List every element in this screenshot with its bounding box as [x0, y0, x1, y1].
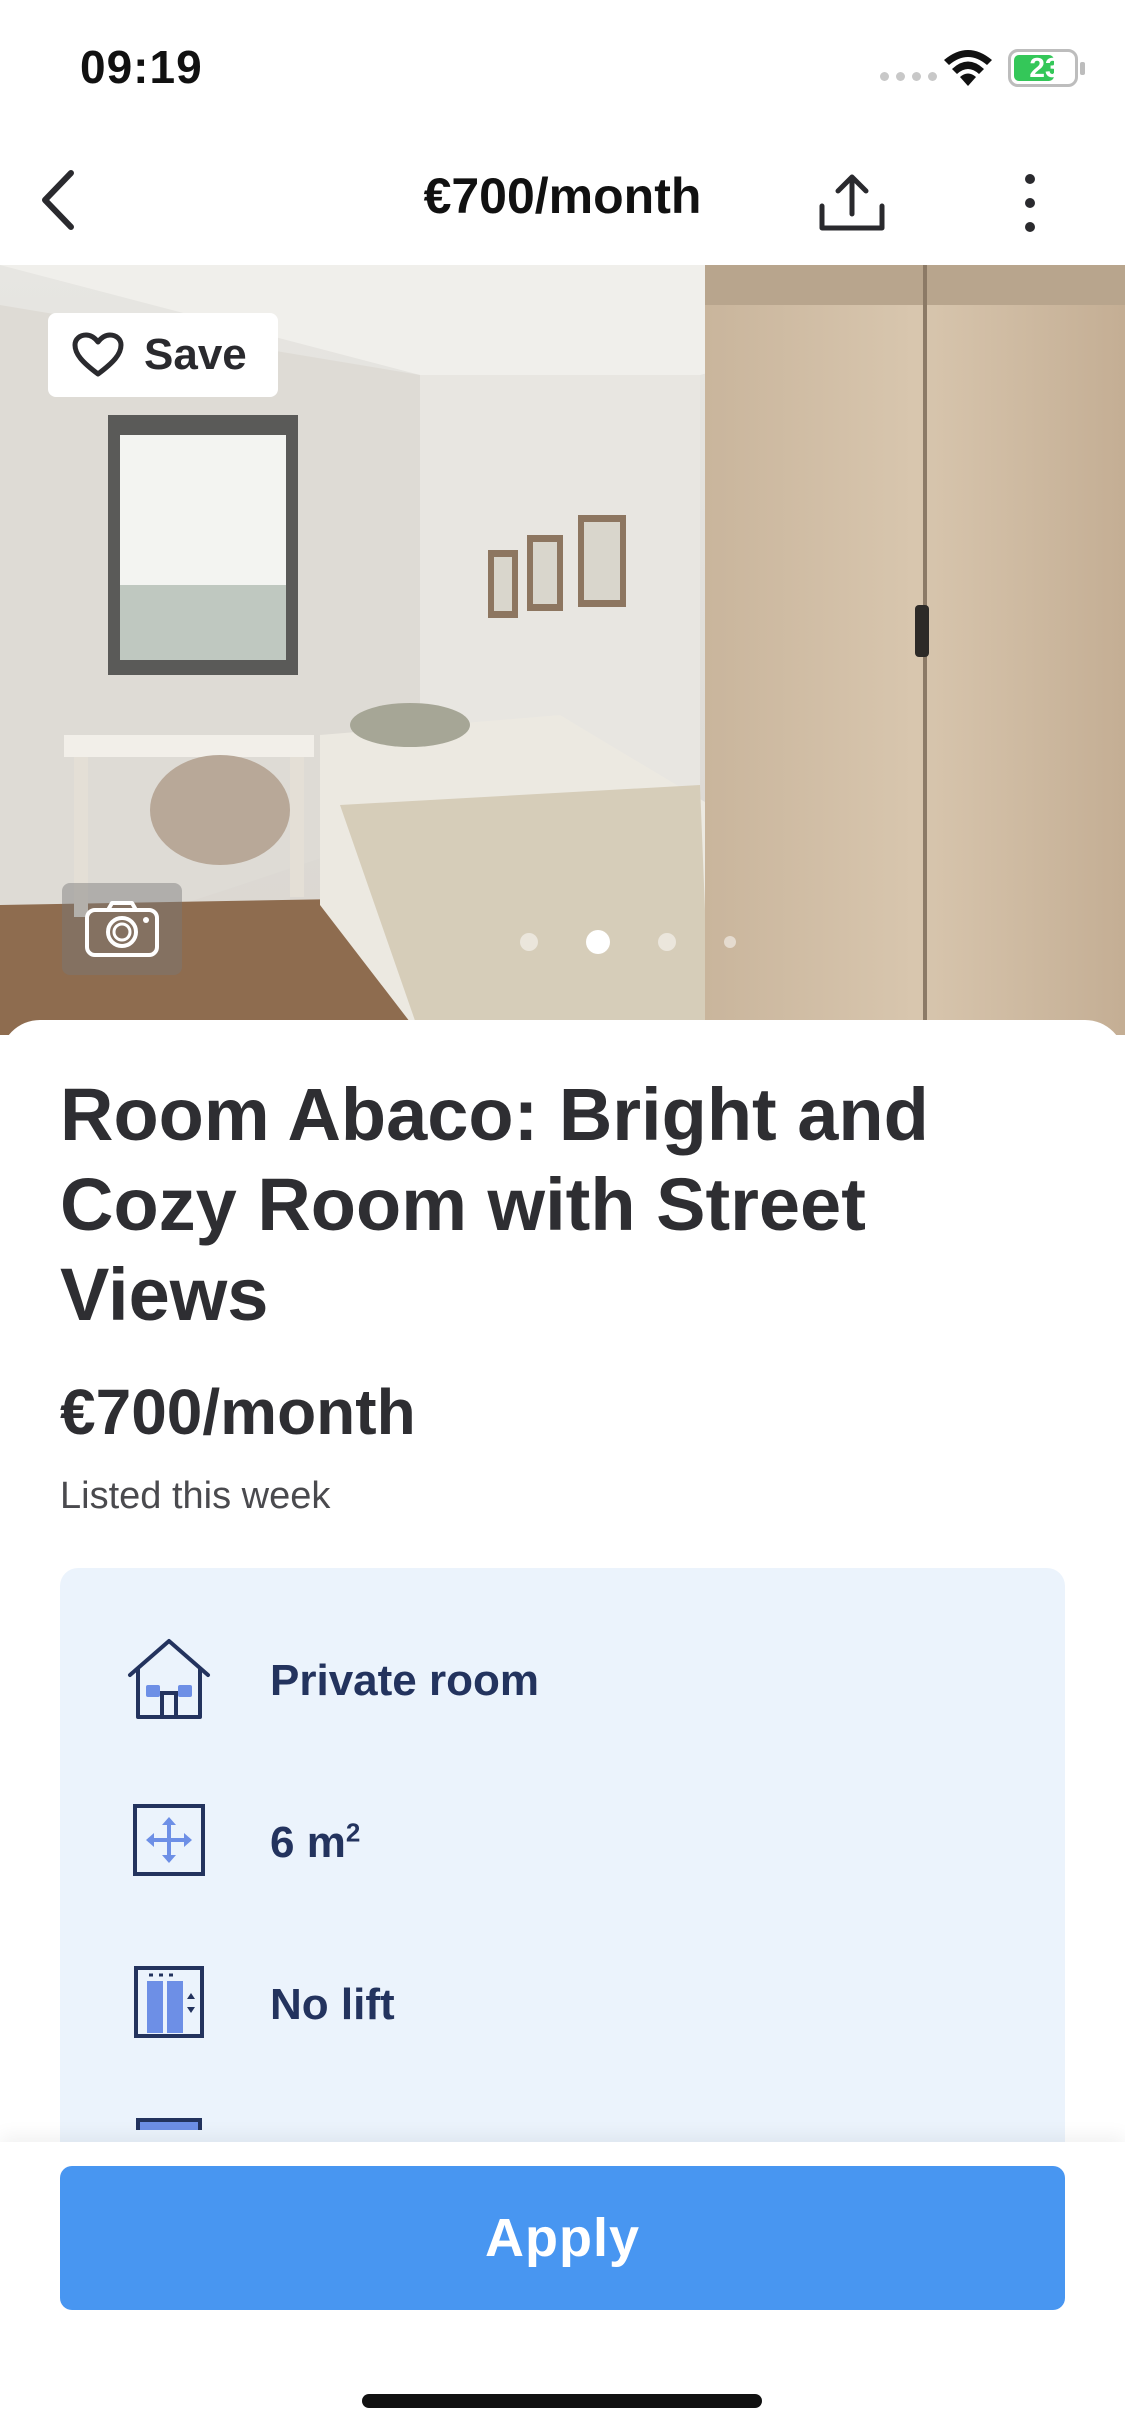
- feature-label: 6 m2: [270, 1818, 360, 1868]
- more-options-button[interactable]: [1000, 163, 1060, 243]
- pager-dot[interactable]: [724, 936, 736, 948]
- feature-row-room-type: Private room: [60, 1628, 1065, 1748]
- elevator-icon: [134, 1966, 204, 2038]
- listing-price: €700/month: [60, 1376, 416, 1448]
- feature-row-lift: No lift: [60, 1952, 1065, 2072]
- area-arrows-icon: [133, 1804, 205, 1876]
- top-nav-bar: €700/month: [0, 135, 1125, 265]
- nav-title: €700/month: [423, 168, 702, 224]
- heart-outline-icon: [72, 332, 124, 377]
- share-upload-icon: [819, 174, 885, 231]
- bottom-action-bar: Apply: [0, 2142, 1125, 2436]
- listing-title: Room Abaco: Bright and Cozy Room with St…: [60, 1073, 929, 1336]
- more-vertical-icon: [1025, 174, 1035, 232]
- home-indicator[interactable]: [362, 2394, 762, 2408]
- cellular-signal-icon: [880, 72, 937, 81]
- feature-label: No lift: [270, 1980, 395, 2029]
- camera-icon: [85, 901, 159, 957]
- pager-dot[interactable]: [658, 933, 676, 951]
- save-button-label: Save: [144, 330, 247, 379]
- camera-button[interactable]: [62, 883, 182, 975]
- listed-date: Listed this week: [60, 1475, 331, 1517]
- status-bar: 09:19 23 ⚡: [0, 0, 1125, 135]
- feature-size-unit-exponent: 2: [345, 1817, 361, 1848]
- pager-dot-active[interactable]: [586, 930, 610, 954]
- photo-gallery[interactable]: Save: [0, 265, 1125, 1035]
- furniture-icon: [136, 2118, 202, 2130]
- pager-dot[interactable]: [520, 933, 538, 951]
- wifi-icon: [944, 50, 992, 86]
- status-time: 09:19: [80, 41, 203, 93]
- save-button[interactable]: Save: [48, 313, 278, 397]
- photo-pager-dots: [520, 930, 736, 954]
- apply-button[interactable]: Apply: [60, 2166, 1065, 2310]
- feature-size-value: 6 m: [270, 1818, 346, 1867]
- feature-label: Private room: [270, 1656, 539, 1705]
- house-icon: [128, 1639, 210, 1719]
- feature-row-size: 6 m2: [60, 1790, 1065, 1910]
- listing-details: Room Abaco: Bright and Cozy Room with St…: [0, 1020, 1125, 2168]
- battery-icon: 23 ⚡: [1008, 49, 1085, 87]
- features-panel: Private room 6 m2 No lift: [60, 1568, 1065, 2168]
- share-button[interactable]: [812, 163, 892, 243]
